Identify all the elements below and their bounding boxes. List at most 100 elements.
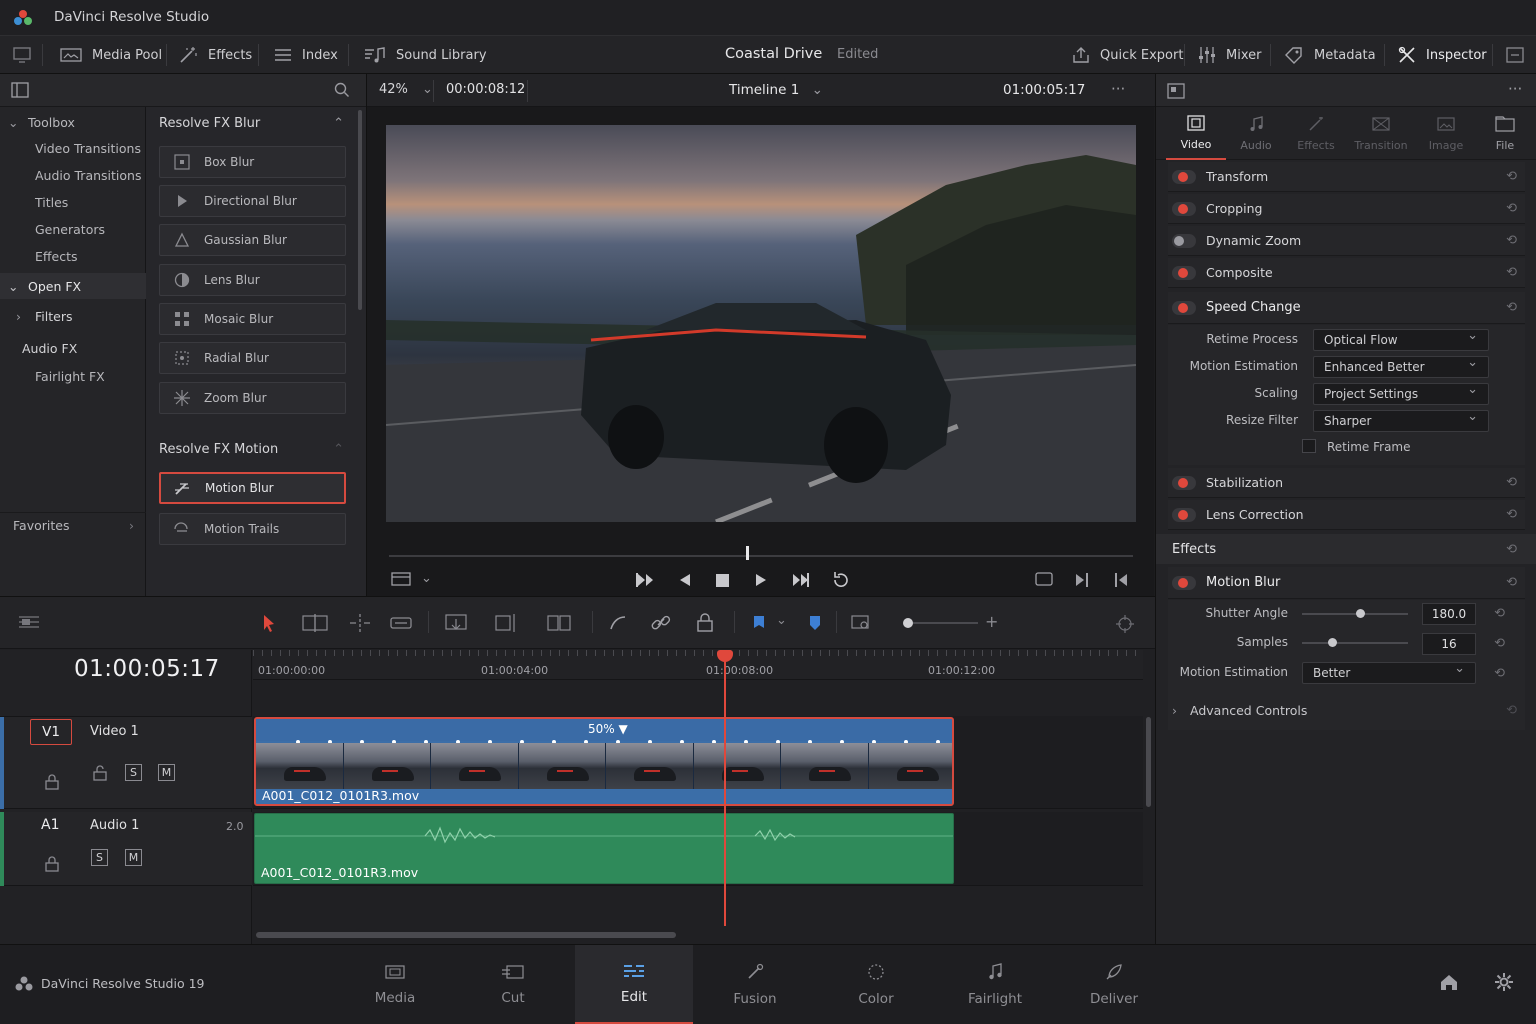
enable-toggle[interactable] (1172, 201, 1196, 216)
selection-arrow-icon[interactable] (262, 614, 276, 632)
reset-icon[interactable]: ⟲ (1506, 475, 1517, 490)
enable-toggle[interactable] (1172, 575, 1196, 590)
shutter-angle-slider[interactable] (1302, 609, 1408, 618)
section-stabilization[interactable]: Stabilization ⟲ (1168, 468, 1525, 498)
fx-lens-blur[interactable]: Lens Blur (159, 264, 346, 296)
timeline-playhead[interactable] (724, 650, 726, 926)
timeline-options-icon[interactable] (18, 615, 40, 629)
fx-motion-trails[interactable]: Motion Trails (159, 513, 346, 545)
chevron-down-icon[interactable]: ⌄ (421, 571, 432, 586)
fx-directional-blur[interactable]: Directional Blur (159, 185, 346, 217)
reset-icon[interactable]: ⟲ (1494, 666, 1505, 681)
lock-icon[interactable] (696, 613, 714, 633)
fx-motion-blur[interactable]: Motion Blur (159, 472, 346, 504)
fx-group-header[interactable]: Resolve FX Motion ⌃ (146, 435, 356, 463)
enable-toggle[interactable] (1172, 169, 1196, 184)
metadata-button[interactable]: Metadata (1284, 36, 1376, 74)
solo-button[interactable]: S (125, 764, 142, 781)
insert-clip-icon[interactable] (444, 613, 468, 633)
reset-icon[interactable]: ⟲ (1494, 636, 1505, 651)
play-icon[interactable] (754, 573, 768, 587)
fx-box-blur[interactable]: Box Blur (159, 146, 346, 178)
viewer-scrubber[interactable] (389, 555, 1133, 557)
reset-icon[interactable]: ⟲ (1506, 703, 1517, 718)
lock-icon[interactable] (44, 774, 60, 790)
reset-icon[interactable]: ⟲ (1506, 300, 1517, 315)
flag-icon[interactable] (752, 615, 766, 631)
reset-icon[interactable]: ⟲ (1506, 201, 1517, 216)
page-cut[interactable]: Cut (454, 945, 572, 1024)
section-transform[interactable]: Transform ⟲ (1168, 162, 1525, 192)
quick-export-button[interactable]: Quick Export (1072, 36, 1183, 74)
section-lens-correction[interactable]: Lens Correction ⟲ (1168, 500, 1525, 530)
enable-toggle[interactable] (1172, 475, 1196, 490)
snapping-icon[interactable] (608, 614, 628, 632)
timeline-ruler[interactable]: 01:00:00:00 01:00:04:00 01:00:08:00 01:0… (253, 650, 1143, 680)
lock-icon[interactable] (44, 856, 60, 872)
dynamic-trim-icon[interactable] (348, 614, 372, 632)
sound-library-button[interactable]: Sound Library (364, 36, 487, 74)
page-deliver[interactable]: Deliver (1055, 945, 1173, 1024)
fx-gaussian-blur[interactable]: Gaussian Blur (159, 224, 346, 256)
page-color[interactable]: Color (817, 945, 935, 1024)
enable-toggle[interactable] (1172, 507, 1196, 522)
play-reverse-icon[interactable] (678, 573, 692, 587)
zoom-to-fit-icon[interactable] (851, 614, 871, 632)
monitor-icon[interactable] (12, 46, 32, 64)
audio-clip[interactable]: A001_C012_0101R3.mov (254, 813, 954, 884)
fullscreen-panel-icon[interactable] (1506, 46, 1524, 64)
section-motion-blur[interactable]: Motion Blur ⟲ (1168, 567, 1525, 599)
retime-process-select[interactable]: Optical Flow (1313, 328, 1489, 351)
fx-mosaic-blur[interactable]: Mosaic Blur (159, 303, 346, 335)
reset-icon[interactable]: ⟲ (1506, 507, 1517, 522)
page-media[interactable]: Media (336, 945, 454, 1024)
timeline-selector[interactable]: Timeline 1 ⌄ (729, 82, 823, 98)
reset-icon[interactable]: ⟲ (1494, 606, 1505, 621)
tree-item-audio-fx[interactable]: Audio FX (0, 335, 146, 361)
gear-icon[interactable] (1494, 972, 1514, 992)
motion-estimation-select[interactable]: Better (1302, 661, 1476, 684)
video-clip[interactable]: 50% ▼ A001_C012_0101R3.mov (254, 717, 954, 806)
samples-field[interactable]: 16 (1422, 633, 1476, 655)
viewer-mode-icon[interactable] (391, 571, 411, 587)
overwrite-clip-icon[interactable] (494, 613, 518, 633)
tab-effects[interactable]: Effects (1286, 108, 1346, 160)
tab-file[interactable]: File (1476, 108, 1534, 160)
replace-clip-icon[interactable] (546, 613, 572, 633)
fx-radial-blur[interactable]: Radial Blur (159, 342, 346, 374)
advanced-controls-row[interactable]: › Advanced Controls ⟲ (1168, 696, 1525, 724)
section-composite[interactable]: Composite ⟲ (1168, 258, 1525, 288)
mute-button[interactable]: M (125, 849, 142, 866)
inspector-button[interactable]: Inspector (1398, 36, 1487, 74)
effects-button[interactable]: Effects (178, 36, 252, 74)
motion-estimation-select[interactable]: Enhanced Better (1313, 355, 1489, 378)
blade-tool-icon[interactable] (390, 615, 412, 631)
fx-zoom-blur[interactable]: Zoom Blur (159, 382, 346, 414)
mixer-button[interactable]: Mixer (1198, 36, 1261, 74)
tree-item-toolbox[interactable]: ⌄ Toolbox (0, 109, 146, 135)
tree-item-video-transitions[interactable]: Video Transitions (0, 135, 146, 161)
inspector-layout-icon[interactable] (1167, 83, 1185, 99)
section-speed-change[interactable]: Speed Change ⟲ (1168, 292, 1525, 324)
match-frame-icon[interactable] (1035, 572, 1053, 586)
more-options-icon[interactable]: ··· (1111, 80, 1125, 98)
tree-item-titles[interactable]: Titles (0, 189, 146, 215)
tree-item-effects[interactable]: Effects (0, 243, 146, 269)
trim-tool-icon[interactable] (302, 614, 328, 632)
fx-group-header[interactable]: Resolve FX Blur ⌃ (146, 109, 356, 137)
zoom-in-icon[interactable]: + (985, 612, 998, 631)
tree-item-open-fx[interactable]: ⌄ Open FX (0, 273, 146, 299)
panel-toggle-icon[interactable] (11, 82, 29, 98)
slider-knob[interactable] (1327, 638, 1337, 647)
solo-button[interactable]: S (91, 849, 108, 866)
tree-item-fairlight-fx[interactable]: Fairlight FX (0, 363, 146, 389)
stop-icon[interactable] (716, 574, 729, 587)
auto-select-icon[interactable] (92, 765, 108, 781)
search-icon[interactable] (334, 82, 350, 98)
enable-toggle[interactable] (1172, 265, 1196, 280)
track-id-v1[interactable]: V1 (30, 719, 72, 745)
resize-filter-select[interactable]: Sharper (1313, 409, 1489, 432)
more-options-icon[interactable]: ··· (1508, 80, 1522, 98)
tab-image[interactable]: Image (1416, 108, 1476, 160)
tree-item-audio-transitions[interactable]: Audio Transitions (0, 162, 146, 188)
